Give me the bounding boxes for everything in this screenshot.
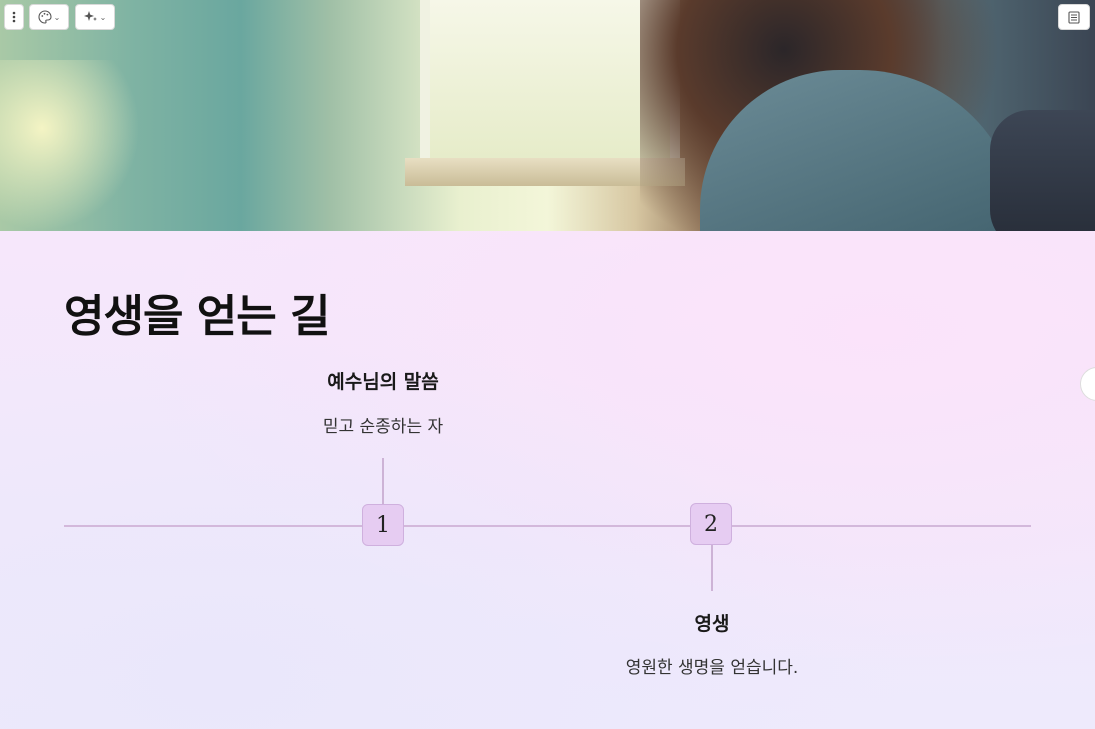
timeline-item-description: 영원한 생명을 얻습니다. bbox=[625, 658, 799, 678]
timeline-connector bbox=[382, 458, 384, 504]
chevron-down-icon: ⌄ bbox=[53, 12, 61, 22]
more-menu-button[interactable] bbox=[4, 4, 24, 30]
timeline-item-title: 예수님의 말씀 bbox=[327, 371, 439, 393]
timeline-node: 2 bbox=[690, 503, 732, 545]
timeline-item-title: 영생 bbox=[694, 613, 730, 635]
timeline-node: 1 bbox=[362, 504, 404, 546]
hero-pillow bbox=[990, 110, 1095, 231]
timeline-item-description: 믿고 순종하는 자 bbox=[322, 417, 444, 437]
chevron-down-icon: ⌄ bbox=[99, 12, 107, 22]
notes-icon bbox=[1068, 10, 1080, 24]
theme-button[interactable]: ⌄ bbox=[29, 4, 69, 30]
hero-light bbox=[0, 60, 140, 231]
sparkle-icon bbox=[83, 11, 97, 21]
hero-image bbox=[0, 0, 1095, 231]
vertical-ellipsis-icon bbox=[12, 11, 16, 23]
timeline-axis bbox=[64, 525, 1031, 527]
notes-button[interactable] bbox=[1058, 4, 1090, 30]
ai-assist-button[interactable]: ⌄ bbox=[75, 4, 115, 30]
page-title: 영생을 얻는 길 bbox=[64, 291, 331, 342]
palette-icon bbox=[38, 10, 52, 24]
timeline-connector bbox=[711, 545, 713, 591]
